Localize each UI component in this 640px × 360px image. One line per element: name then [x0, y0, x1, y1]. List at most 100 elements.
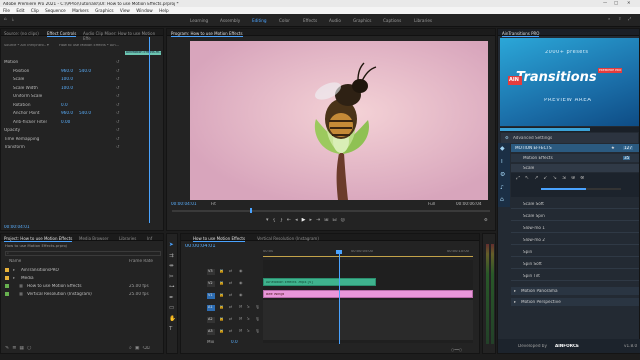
reset-icon[interactable]: ↺ — [116, 128, 120, 132]
go-to-out-icon[interactable]: ⇥ — [316, 218, 324, 223]
track-target-toggle[interactable]: A2 — [207, 317, 215, 323]
workspace-libraries[interactable]: Libraries — [414, 18, 432, 23]
tab-source[interactable]: Source: (no clips) — [4, 31, 39, 36]
advanced-settings-row[interactable]: ⚙ Advanced Settings — [501, 133, 638, 143]
sync-icon[interactable]: ⇄ — [229, 305, 232, 309]
effect-row-value2[interactable]: 540.0 — [79, 111, 91, 115]
workspace-audio[interactable]: Audio — [329, 18, 341, 23]
menu-window[interactable]: Window — [136, 8, 153, 13]
tab-info[interactable]: Inf — [147, 236, 152, 241]
overwrite-icon[interactable]: ⊟ — [332, 218, 340, 223]
fullscreen-icon[interactable]: ⤢ — [628, 17, 631, 21]
project-item[interactable]: ▸ Media — [1, 274, 165, 282]
tab-media-browser[interactable]: Media Browser — [79, 236, 109, 241]
settings-icon[interactable]: ⚙ — [484, 218, 488, 222]
import-icon[interactable]: ⤓ — [12, 17, 14, 21]
lock-icon[interactable]: 🔒 — [219, 317, 224, 321]
preset-item[interactable]: Scale Soft — [511, 199, 639, 209]
solo-icon[interactable]: S — [247, 305, 250, 309]
transitions-category-icon[interactable]: ◆ — [500, 146, 505, 152]
tab-effect-controls[interactable]: Effect Controls — [47, 31, 77, 37]
lock-icon[interactable]: 🔒 — [219, 305, 224, 309]
eye-icon[interactable]: ◉ — [239, 293, 243, 297]
reset-icon[interactable]: ↺ — [116, 69, 120, 73]
scale-amount-slider[interactable] — [541, 188, 586, 190]
track-target-toggle[interactable]: V3 — [207, 269, 215, 275]
motion-category-icon[interactable]: ⚙ — [500, 172, 505, 178]
mic-icon[interactable]: 🎙 — [255, 317, 260, 321]
preset-item[interactable]: Slow-mo 2 — [511, 235, 639, 245]
master-volume[interactable]: 0.0 — [231, 340, 238, 344]
sound-category-icon[interactable]: ♪ — [500, 185, 504, 191]
slip-tool-icon[interactable]: ⊶ — [169, 284, 175, 290]
project-item[interactable]: ▸ AinTransitionsPRO — [1, 266, 165, 274]
tab-project[interactable]: Project: How to use Motion Effects — [4, 236, 73, 242]
zoom-fit-select[interactable]: Fit — [211, 202, 216, 206]
workspace-color[interactable]: Color — [279, 18, 290, 23]
menu-help[interactable]: Help — [159, 8, 169, 13]
mic-icon[interactable]: 🎙 — [255, 305, 260, 309]
eye-icon[interactable]: ◉ — [239, 269, 243, 273]
eye-icon[interactable]: ◉ — [239, 281, 243, 285]
program-timecode-in[interactable]: 00:00:04:01 — [171, 202, 197, 206]
effect-row[interactable]: Uniform Scale ↺ — [1, 93, 165, 101]
label-color-swatch[interactable] — [5, 284, 9, 288]
lock-icon[interactable]: 🔒 — [219, 281, 224, 285]
project-item[interactable]: ▦ Vertical Resolution (Instagram) 25.00 fp… — [1, 290, 165, 298]
mute-icon[interactable]: M — [239, 317, 242, 321]
settings-category-icon[interactable]: ⌂ — [500, 197, 504, 203]
maximize-icon[interactable]: □ — [614, 1, 618, 5]
mute-icon[interactable]: M — [239, 305, 242, 309]
workspace-effects[interactable]: Effects — [303, 18, 317, 23]
go-to-in-icon[interactable]: ⇤ — [287, 218, 295, 223]
workspace-editing[interactable]: Editing — [252, 18, 267, 23]
effect-row-value[interactable]: 0.0 — [61, 103, 68, 107]
category-motion-effects[interactable]: MOTION EFFECTS 127 ★ — [511, 144, 639, 152]
effect-row-value[interactable]: 960.0 — [61, 69, 73, 73]
sequence-clip-label[interactable]: How to use Motion Effects * Aln... — [59, 44, 123, 48]
ripple-edit-tool-icon[interactable]: ⇹ — [169, 263, 174, 269]
workspace-learning[interactable]: Learning — [190, 18, 208, 23]
preset-item[interactable]: Spin — [511, 247, 639, 257]
program-playhead[interactable] — [250, 208, 252, 213]
menu-view[interactable]: View — [120, 8, 130, 13]
project-item[interactable]: ▦ How to use Motion Effects 25.00 fps — [1, 282, 165, 290]
timeline-playhead[interactable] — [339, 250, 340, 344]
export-frame-icon[interactable]: ◎ — [341, 218, 349, 223]
close-icon[interactable]: ✕ — [627, 1, 631, 5]
solo-icon[interactable]: S — [247, 317, 250, 321]
sync-icon[interactable]: ⇄ — [229, 269, 232, 273]
workspace-graphics[interactable]: Graphics — [353, 18, 372, 23]
effect-row-value2[interactable]: 540.0 — [79, 69, 91, 73]
lock-icon[interactable]: 🔒 — [219, 269, 224, 273]
track-target-toggle[interactable]: A3 — [207, 329, 215, 335]
rectangle-tool-icon[interactable]: ▭ — [169, 305, 174, 311]
project-action-icons[interactable]: ⌕▣⌫ — [129, 346, 153, 351]
reset-icon[interactable]: ↺ — [116, 120, 120, 124]
pen-tool-icon[interactable]: ✒ — [169, 295, 174, 301]
effect-row[interactable]: Anti-flicker Filter 0.00 ↺ — [1, 119, 165, 127]
effect-row[interactable]: ▸Transform↺ — [1, 144, 165, 152]
reset-icon[interactable]: ↺ — [116, 77, 120, 81]
effect-row[interactable]: ▸Motion↺ — [1, 59, 165, 67]
effect-row-value[interactable]: 100.0 — [61, 86, 73, 90]
tab-aintransitions[interactable]: AinTransitions PRO — [502, 31, 540, 37]
effect-row-value[interactable]: 100.0 — [61, 77, 73, 81]
workspace-captions[interactable]: Captions — [383, 18, 401, 23]
work-area-bar[interactable] — [263, 256, 473, 257]
scale-mode-icons[interactable]: ⤢↖↗↙↘⇲⊕⊗ — [516, 176, 589, 181]
menu-clip[interactable]: Clip — [31, 8, 39, 13]
preset-item[interactable]: Spin Soft — [511, 259, 639, 269]
reset-icon[interactable]: ↺ — [116, 103, 120, 107]
lock-icon[interactable]: 🔒 — [219, 329, 224, 333]
reset-icon[interactable]: ↺ — [116, 60, 120, 64]
effect-timecode[interactable]: 00:00:04:01 — [4, 225, 30, 229]
effect-row-value[interactable]: 0.00 — [61, 120, 70, 124]
sync-icon[interactable]: ⇄ — [229, 317, 232, 321]
solo-icon[interactable]: S — [247, 329, 250, 333]
mic-icon[interactable]: 🎙 — [255, 329, 260, 333]
effect-row-value[interactable]: 960.0 — [61, 111, 73, 115]
quality-select[interactable]: Full — [428, 202, 435, 206]
category-scale[interactable]: Scale — [511, 164, 639, 172]
tab-libraries[interactable]: Libraries — [119, 236, 136, 241]
